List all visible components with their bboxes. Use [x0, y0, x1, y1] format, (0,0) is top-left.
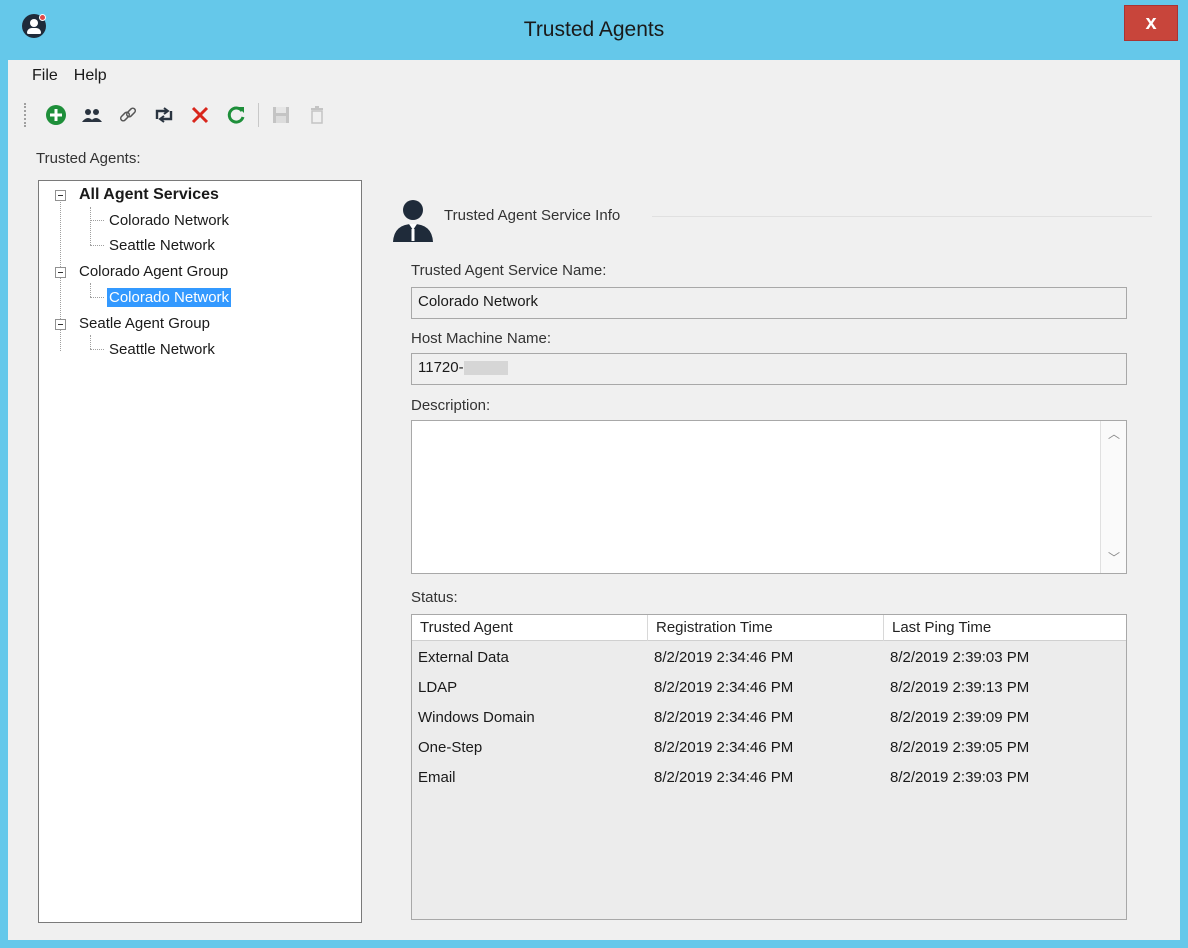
- delete-icon[interactable]: [182, 100, 218, 130]
- save-icon: [263, 100, 299, 130]
- table-row[interactable]: External Data 8/2/2019 2:34:46 PM 8/2/20…: [412, 643, 1126, 673]
- trash-icon: [299, 100, 335, 130]
- tree-item-all-agent-services[interactable]: All Agent Services: [79, 183, 219, 207]
- description-label: Description:: [411, 397, 491, 414]
- trusted-agents-window: Trusted Agents x File Help Trusted Agent…: [0, 0, 1188, 948]
- description-scrollbar[interactable]: ︿ ﹀: [1100, 421, 1126, 573]
- service-name-label: Trusted Agent Service Name:: [411, 262, 607, 279]
- column-last-ping-time[interactable]: Last Ping Time: [884, 615, 1126, 641]
- table-row[interactable]: LDAP 8/2/2019 2:34:46 PM 8/2/2019 2:39:1…: [412, 673, 1126, 703]
- description-field[interactable]: ︿ ﹀: [411, 420, 1127, 574]
- toolbar: [24, 100, 335, 130]
- tree-connector: [90, 245, 104, 246]
- tree-item-colorado-network[interactable]: Colorado Network: [109, 209, 229, 233]
- collapse-icon[interactable]: [55, 319, 66, 330]
- status-table[interactable]: Trusted Agent Registration Time Last Pin…: [411, 614, 1127, 920]
- tree-item-seattle-network-2[interactable]: Seattle Network: [109, 338, 215, 362]
- collapse-icon[interactable]: [55, 190, 66, 201]
- agent-tree[interactable]: All Agent Services Colorado Network Seat…: [38, 180, 362, 923]
- host-machine-field[interactable]: 11720-: [411, 353, 1127, 385]
- refresh-icon[interactable]: [218, 100, 254, 130]
- tree-connector: [90, 349, 104, 350]
- tree-item-seattle-network[interactable]: Seattle Network: [109, 234, 215, 258]
- add-icon[interactable]: [38, 100, 74, 130]
- collapse-icon[interactable]: [55, 267, 66, 278]
- tree-item-colorado-agent-group[interactable]: Colorado Agent Group: [79, 260, 228, 284]
- tree-connector: [90, 283, 91, 297]
- link-icon[interactable]: [110, 100, 146, 130]
- scroll-down-icon[interactable]: ﹀: [1101, 549, 1127, 569]
- tree-item-seattle-agent-group[interactable]: Seatle Agent Group: [79, 312, 210, 336]
- table-row[interactable]: One-Step 8/2/2019 2:34:46 PM 8/2/2019 2:…: [412, 733, 1126, 763]
- tree-item-colorado-network-selected[interactable]: Colorado Network: [107, 286, 232, 310]
- client-area: File Help Trusted Agents: All Agent Serv…: [8, 60, 1180, 940]
- retweet-icon[interactable]: [146, 100, 182, 130]
- trusted-agents-label: Trusted Agents:: [36, 150, 141, 167]
- scroll-up-icon[interactable]: ︿: [1101, 425, 1127, 445]
- title-bar: Trusted Agents x: [0, 0, 1188, 60]
- section-divider: [652, 216, 1152, 217]
- toolbar-separator: [258, 103, 259, 127]
- menu-bar: File Help: [8, 64, 115, 90]
- column-registration-time[interactable]: Registration Time: [648, 615, 884, 641]
- agent-person-icon: [390, 196, 436, 244]
- group-icon[interactable]: [74, 100, 110, 130]
- close-button[interactable]: x: [1124, 5, 1178, 41]
- status-label: Status:: [411, 589, 458, 606]
- tree-connector: [90, 207, 91, 245]
- service-info-title: Trusted Agent Service Info: [444, 207, 621, 224]
- window-title: Trusted Agents: [523, 18, 665, 41]
- table-row[interactable]: Windows Domain 8/2/2019 2:34:46 PM 8/2/2…: [412, 703, 1126, 733]
- redacted-mask: [463, 361, 508, 376]
- tree-connector: [90, 297, 104, 298]
- tree-connector: [90, 335, 91, 349]
- status-table-header: Trusted Agent Registration Time Last Pin…: [412, 615, 1126, 641]
- menu-help[interactable]: Help: [66, 64, 115, 90]
- column-trusted-agent[interactable]: Trusted Agent: [412, 615, 648, 641]
- table-row[interactable]: Email 8/2/2019 2:34:46 PM 8/2/2019 2:39:…: [412, 763, 1126, 793]
- menu-file[interactable]: File: [8, 64, 66, 90]
- service-name-field[interactable]: Colorado Network: [411, 287, 1127, 319]
- host-machine-label: Host Machine Name:: [411, 330, 552, 347]
- tree-connector: [90, 220, 104, 221]
- toolbar-grip: [24, 103, 28, 127]
- service-info-header: Trusted Agent Service Info: [390, 196, 1160, 246]
